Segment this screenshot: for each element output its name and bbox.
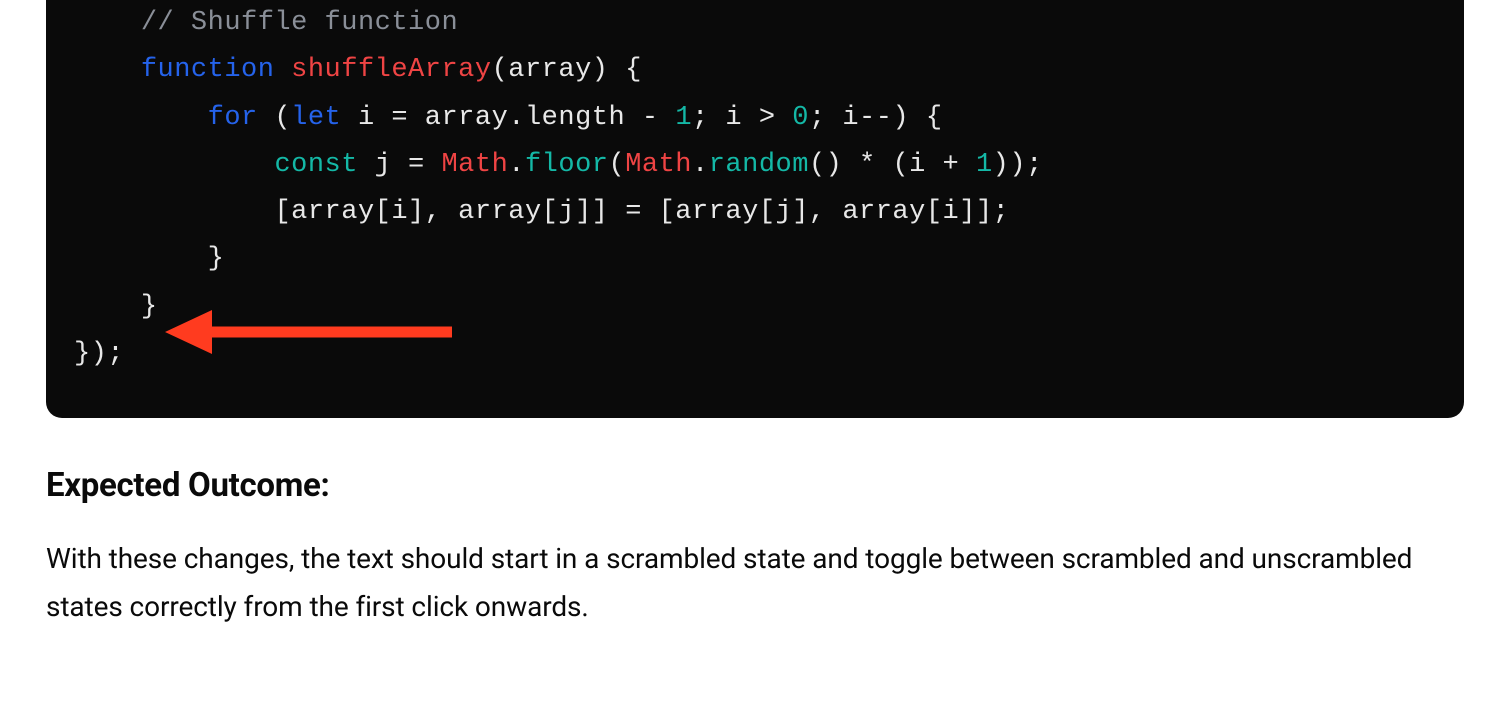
expected-outcome-paragraph: With these changes, the text should star… [46, 535, 1464, 631]
code-keyword-for: for [208, 103, 258, 133]
code-text: i = array.length - [341, 103, 675, 133]
code-class-math: Math [625, 150, 692, 180]
code-swap-line: [array[i], array[j]] = [array[j], array[… [274, 197, 1009, 227]
code-close-outer: }); [74, 339, 124, 369]
code-number: 1 [675, 103, 692, 133]
code-text: . [508, 150, 525, 180]
code-comment: // Shuffle function [141, 8, 458, 38]
code-number: 0 [792, 103, 809, 133]
code-method-floor: floor [525, 150, 609, 180]
code-close-brace: } [141, 244, 225, 274]
code-text: . [692, 150, 709, 180]
code-keyword-function: function [141, 55, 275, 85]
code-close-brace: } [141, 292, 158, 322]
content-section: Expected Outcome: With these changes, th… [0, 418, 1510, 651]
code-text: () * (i + [809, 150, 976, 180]
code-keyword-const: const [274, 150, 358, 180]
code-block: // Shuffle function function shuffleArra… [46, 0, 1464, 418]
code-text: j = [358, 150, 442, 180]
code-text: ; i > [692, 103, 792, 133]
code-keyword-let: let [291, 103, 341, 133]
code-text: ( [609, 150, 626, 180]
code-text: (array) { [492, 55, 642, 85]
expected-outcome-heading: Expected Outcome: [46, 466, 1464, 505]
code-class-math: Math [441, 150, 508, 180]
code-content: // Shuffle function function shuffleArra… [74, 0, 1436, 378]
code-function-name: shuffleArray [291, 55, 491, 85]
code-number: 1 [976, 150, 993, 180]
code-method-random: random [709, 150, 809, 180]
code-text: ( [258, 103, 291, 133]
code-text: ; i--) { [809, 103, 943, 133]
code-text: )); [993, 150, 1043, 180]
